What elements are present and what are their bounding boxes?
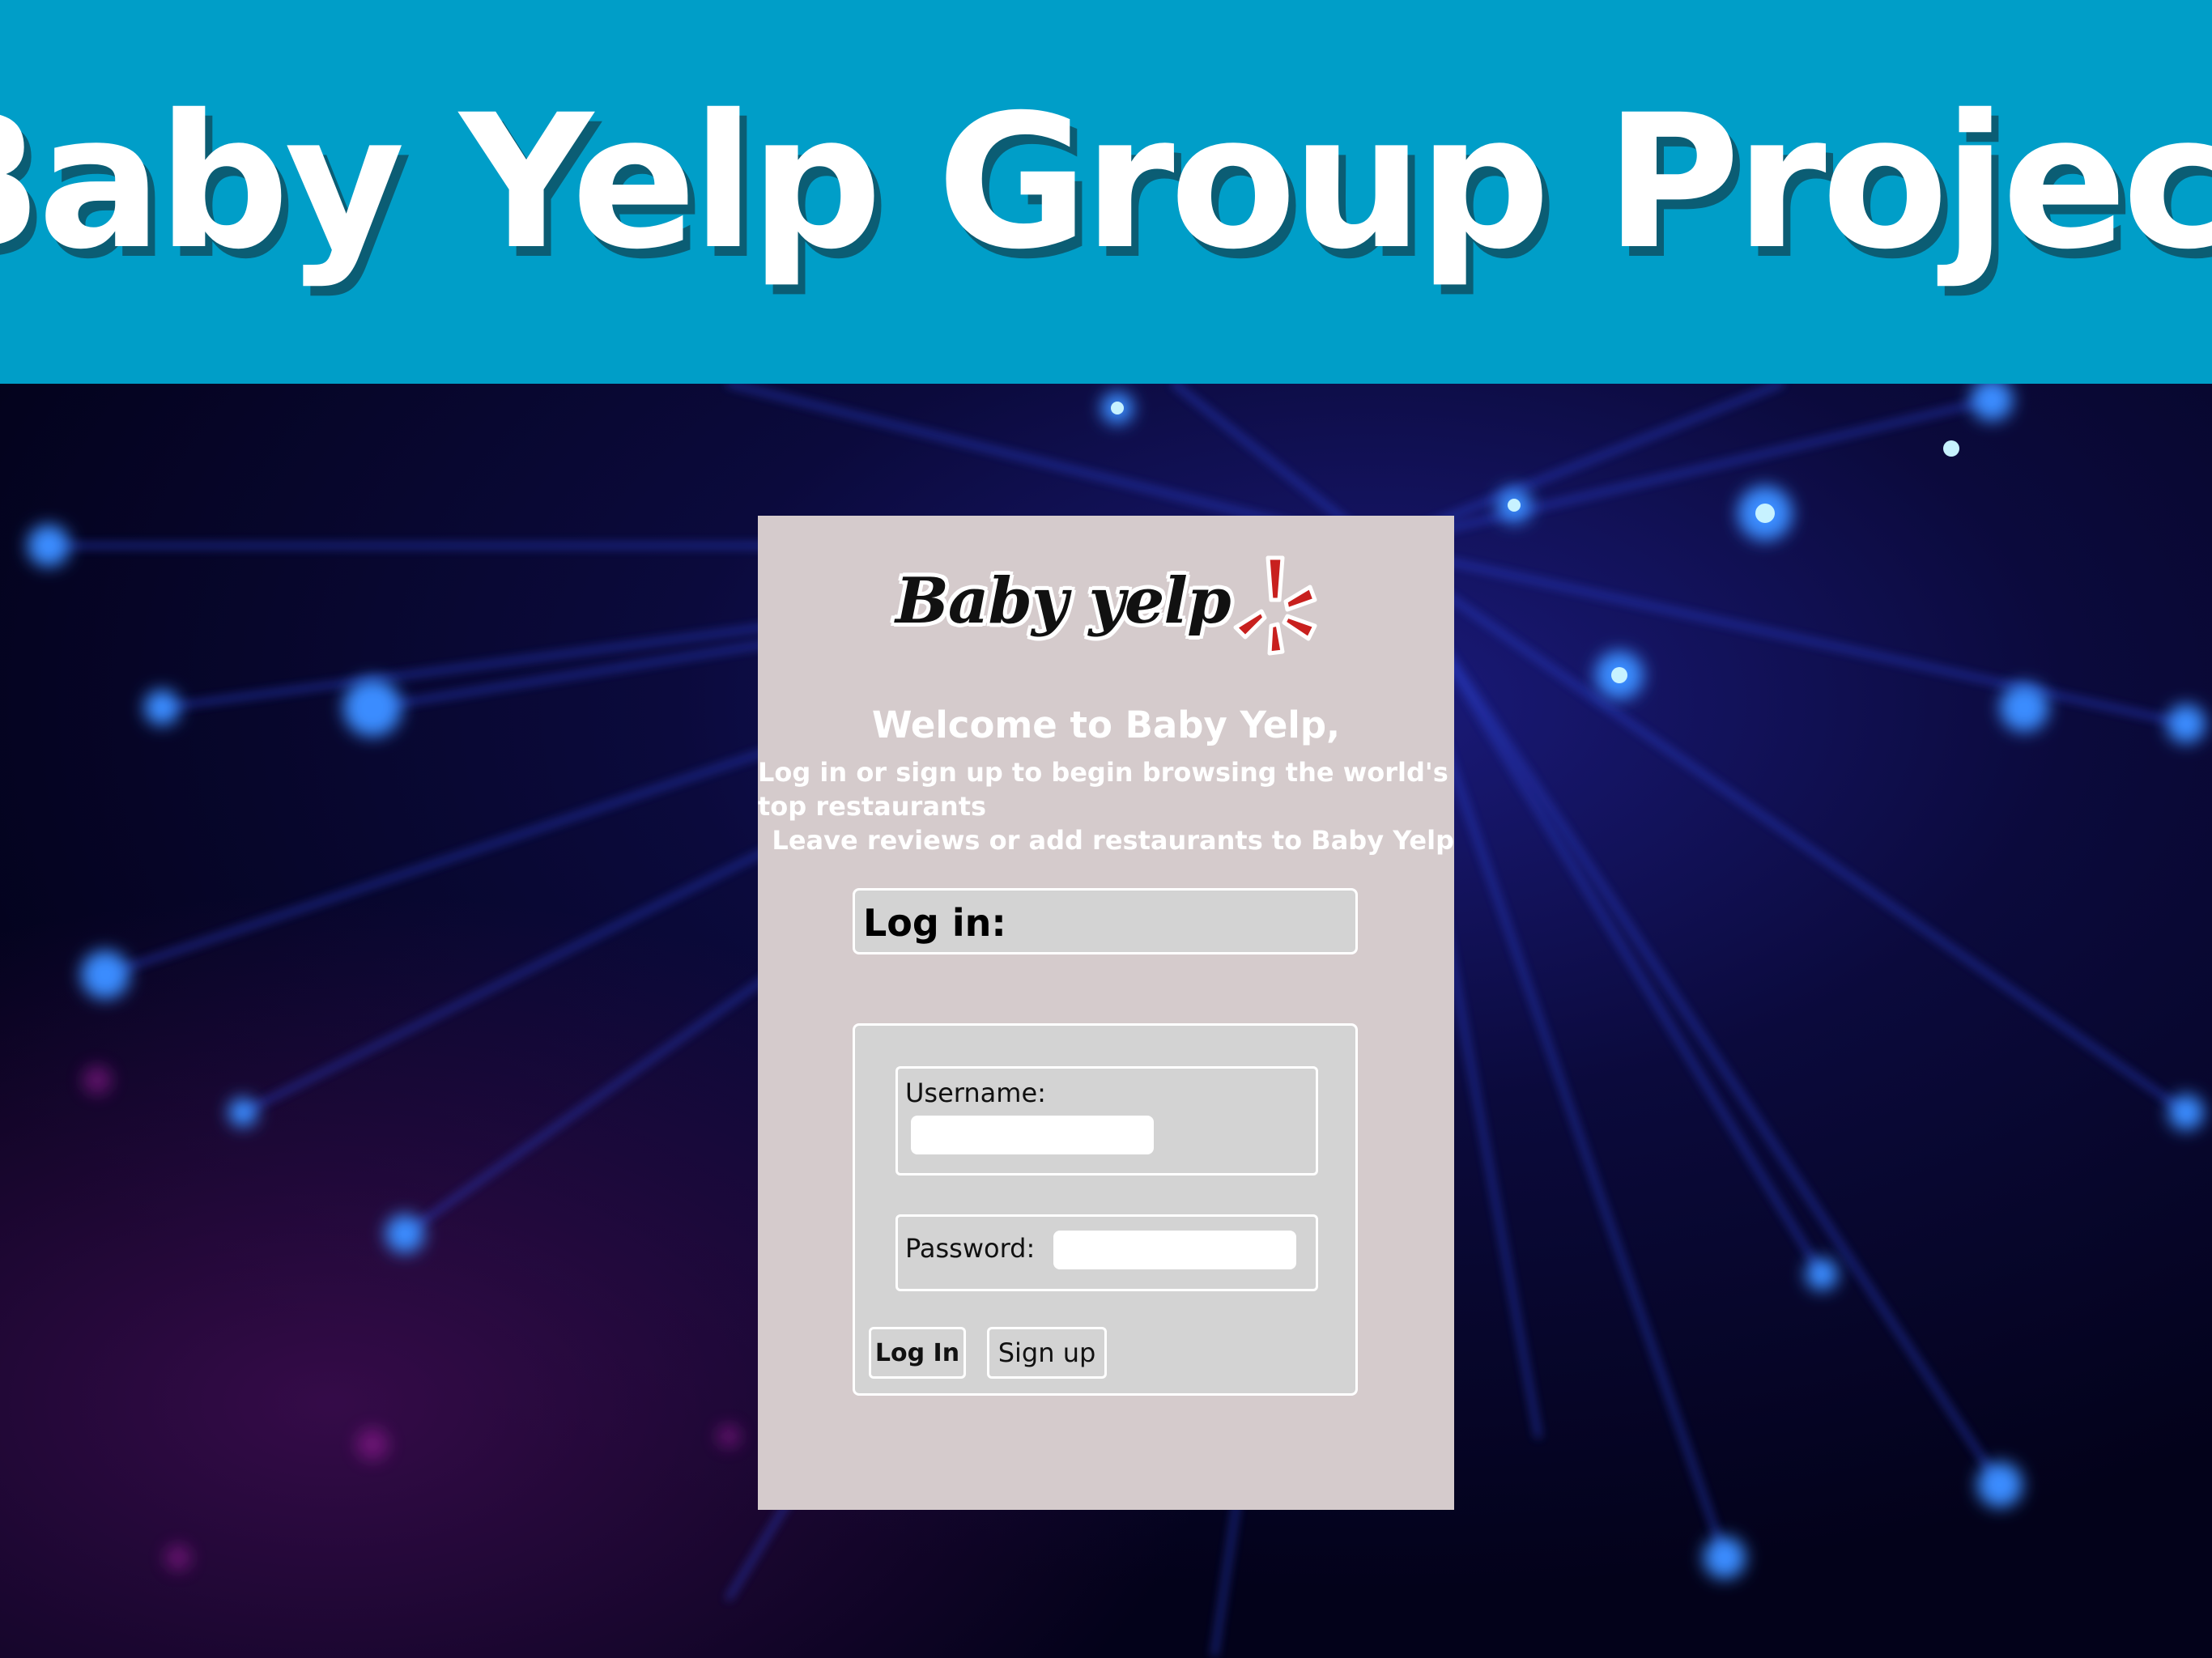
login-heading: Log in: <box>863 901 1006 945</box>
welcome-subtitle-2: Leave reviews or add restaurants to Baby… <box>772 825 1454 856</box>
login-card: Baby yelp Welcome to Baby Yelp, Log in o… <box>758 516 1454 1510</box>
login-button[interactable]: Log In <box>869 1327 966 1379</box>
login-heading-box: Log in: <box>853 888 1358 954</box>
baby-yelp-logo: Baby yelp <box>895 551 1317 673</box>
welcome-title: Welcome to Baby Yelp, <box>871 704 1341 746</box>
username-fieldset: Username: <box>895 1066 1318 1175</box>
password-input[interactable] <box>1053 1231 1296 1269</box>
username-label: Username: <box>905 1078 1046 1108</box>
welcome-subtitle: Log in or sign up to begin browsing the … <box>758 757 1448 822</box>
yelp-burst-icon <box>1233 555 1317 656</box>
banner-title: Baby Yelp Group Project <box>0 74 2212 290</box>
username-input[interactable] <box>911 1116 1154 1154</box>
login-form: Username: Password: Log In Sign up <box>853 1023 1358 1396</box>
logo-text: Baby yelp <box>895 564 1231 638</box>
title-banner: Baby Yelp Group Project <box>0 0 2212 384</box>
signup-button[interactable]: Sign up <box>987 1327 1107 1379</box>
password-fieldset: Password: <box>895 1214 1318 1291</box>
password-label: Password: <box>905 1233 1036 1264</box>
